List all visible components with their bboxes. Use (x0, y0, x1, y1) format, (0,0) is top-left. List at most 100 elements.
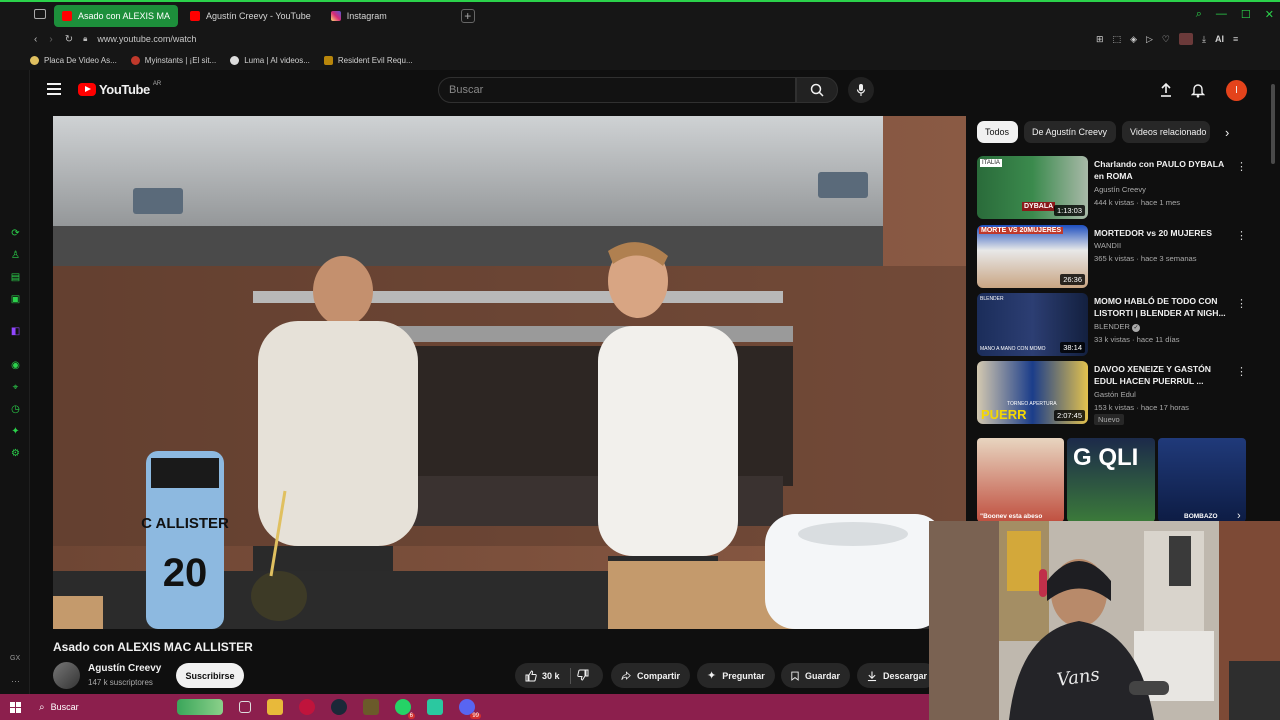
refresh-sidebar-icon[interactable]: ⟳ (10, 228, 21, 239)
like-button[interactable]: 30 k (525, 669, 560, 682)
pin-icon[interactable]: ⌖ (10, 382, 21, 393)
more-vert-icon[interactable]: ⋮ (1236, 160, 1247, 173)
thumbs-down-icon (576, 669, 589, 681)
suggestion-title[interactable]: MORTEDOR vs 20 MUJERES (1094, 227, 1230, 239)
heart-icon[interactable]: ♡ (1162, 34, 1170, 45)
aria-icon[interactable]: ♙ (10, 250, 21, 261)
search-tabs-icon[interactable]: ⌕ (1196, 8, 1202, 21)
tab-instagram[interactable]: Instagram (323, 5, 447, 27)
suggestion-title[interactable]: MOMO HABLÓ DE TODO CON LISTORTI | BLENDE… (1094, 295, 1230, 319)
close-icon[interactable]: ✕ (1265, 8, 1274, 21)
url-field[interactable]: www.youtube.com/watch (97, 34, 196, 44)
subscribe-button[interactable]: Suscribirse (176, 663, 244, 688)
suggestion-channel[interactable]: WANDII (1094, 241, 1121, 250)
history-icon[interactable]: ◷ (10, 404, 21, 415)
back-icon[interactable]: ‹ (34, 34, 37, 45)
suggestion-title[interactable]: Charlando con PAULO DYBALA en ROMA (1094, 158, 1230, 182)
voice-search-button[interactable] (848, 77, 874, 103)
suggestion-item[interactable]: ITALIA DYBALA 1:13:03 Charlando con PAUL… (977, 156, 1247, 220)
more-icon[interactable]: ··· (11, 676, 20, 686)
widgets-icon[interactable] (177, 699, 223, 715)
upload-icon[interactable] (1159, 82, 1173, 103)
scrollbar[interactable] (1271, 74, 1277, 514)
suggestion-thumbnail[interactable]: MORTE VS 20MUJERES 26:36 (977, 225, 1088, 288)
windows-start-icon[interactable] (10, 701, 21, 713)
bookmark-item[interactable]: Placa De Video As... (30, 55, 117, 65)
ai-button[interactable]: AI (1215, 34, 1224, 44)
crypto-wallet-icon[interactable]: ▤ (10, 272, 21, 283)
profile-avatar[interactable] (1178, 33, 1193, 45)
reload-icon[interactable]: ↻ (65, 34, 73, 45)
tab-creevy[interactable]: Agustín Creevy - YouTube (182, 5, 319, 27)
steam-icon[interactable] (331, 699, 347, 715)
search-input[interactable]: Buscar (438, 77, 796, 103)
whatsapp-sidebar-icon[interactable]: ◉ (10, 360, 21, 371)
account-avatar[interactable]: I (1226, 80, 1247, 101)
bookmark-item[interactable]: Myinstants | ¡El sit... (130, 55, 216, 65)
more-vert-icon[interactable]: ⋮ (1236, 229, 1247, 242)
taskbar-search[interactable]: ⌕ Buscar (39, 696, 169, 718)
bookmarks-bar: Placa De Video As... Myinstants | ¡El si… (30, 52, 413, 68)
short-thumbnail[interactable]: G QLI (1067, 438, 1155, 522)
minimize-icon[interactable]: — (1216, 8, 1227, 21)
extensions-icon[interactable]: ✦ (10, 426, 21, 437)
opera-gx-icon[interactable] (299, 699, 315, 715)
task-view-icon[interactable] (239, 701, 251, 713)
short-thumbnail[interactable]: BOMBAZO (1158, 438, 1246, 522)
save-button[interactable]: Guardar (781, 663, 850, 688)
more-vert-icon[interactable]: ⋮ (1236, 365, 1247, 378)
messenger-icon[interactable]: ▣ (10, 294, 21, 305)
forward-icon[interactable]: › (49, 34, 52, 45)
suggestion-item[interactable]: TORNEO APERTURA PUERR 2:07:45 DAVOO XENE… (977, 361, 1247, 431)
more-vert-icon[interactable]: ⋮ (1236, 297, 1247, 310)
adblock-icon[interactable]: ◈ (1130, 34, 1137, 45)
video-player[interactable]: C ALLISTER 20 (53, 116, 966, 629)
discord-icon[interactable]: 99 (459, 699, 481, 719)
suggestion-thumbnail[interactable]: ITALIA DYBALA 1:13:03 (977, 156, 1088, 219)
channel-avatar[interactable] (53, 662, 80, 689)
maximize-icon[interactable]: ☐ (1241, 8, 1251, 21)
play-icon[interactable]: ▷ (1146, 34, 1153, 45)
menu-icon[interactable]: ≡ (1233, 34, 1238, 44)
file-explorer-icon[interactable] (267, 699, 283, 715)
suggestion-channel[interactable]: BLENDER ✓ (1094, 322, 1140, 332)
download-button[interactable]: Descargar (857, 663, 937, 688)
ask-button[interactable]: ✦ Preguntar (697, 663, 775, 688)
suggestion-title[interactable]: DAVOO XENEIZE Y GASTÓN EDUL HACEN PUERRU… (1094, 363, 1230, 387)
suggestion-channel[interactable]: Agustín Creevy (1094, 185, 1146, 194)
whatsapp-icon[interactable]: 6 (395, 699, 415, 719)
short-thumbnail[interactable]: "Boonev esta abeso (977, 438, 1064, 522)
settings-icon[interactable]: ⚙ (10, 448, 21, 459)
app-icon[interactable] (427, 699, 443, 715)
snapshot-icon[interactable]: ⊞ (1096, 34, 1104, 45)
share-button[interactable]: Compartir (611, 663, 690, 688)
suggestion-thumbnail[interactable]: TORNEO APERTURA PUERR 2:07:45 (977, 361, 1088, 424)
download-icon[interactable]: ⤓ (1202, 34, 1206, 45)
twitch-icon[interactable]: ◧ (10, 326, 21, 337)
search-button[interactable] (796, 77, 838, 103)
notifications-bell-icon[interactable] (1190, 82, 1206, 103)
game-icon[interactable] (363, 699, 379, 715)
chip-de-agustin[interactable]: De Agustín Creevy (1024, 121, 1116, 143)
tab-active[interactable]: Asado con ALEXIS MA (54, 5, 178, 27)
bookmark-item[interactable]: Resident Evil Requ... (323, 55, 413, 65)
suggestion-thumbnail[interactable]: BLENDER MANO A MANO CON MOMO 38:14 (977, 293, 1088, 356)
chip-relacionados[interactable]: Videos relacionado (1122, 121, 1210, 143)
webcam-overlay: Vans (929, 521, 1280, 720)
youtube-logo[interactable]: YouTube AR (78, 81, 161, 97)
chevron-right-icon[interactable]: › (1225, 125, 1229, 140)
suggestion-item[interactable]: MORTE VS 20MUJERES 26:36 MORTEDOR vs 20 … (977, 225, 1247, 289)
channel-name[interactable]: Agustín Creevy (88, 663, 161, 674)
new-tab-button[interactable]: + (460, 9, 475, 23)
suggestion-item[interactable]: BLENDER MANO A MANO CON MOMO 38:14 MOMO … (977, 293, 1247, 357)
hamburger-menu-icon[interactable] (47, 83, 61, 95)
chip-todos[interactable]: Todos (977, 121, 1018, 143)
bookmark-item[interactable]: Luma | AI videos... (230, 55, 310, 65)
dislike-button[interactable] (576, 669, 589, 683)
shorts-row: "Boonev esta abeso G QLI BOMBAZO (977, 438, 1247, 522)
scrollbar-thumb[interactable] (1271, 84, 1275, 164)
workspaces-icon[interactable] (34, 9, 46, 19)
suggestion-channel[interactable]: Gastón Edul (1094, 390, 1136, 399)
svg-text:20: 20 (163, 551, 208, 595)
screenshot-icon[interactable]: ⬚ (1113, 34, 1122, 45)
